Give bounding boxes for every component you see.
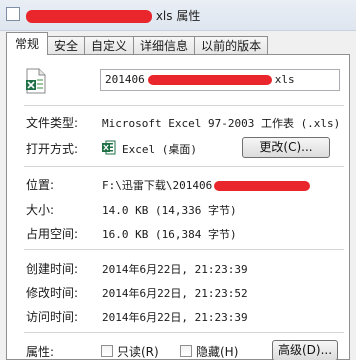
readonly-label[interactable]: 只读(R) (117, 343, 159, 360)
file-type-label: 文件类型: (26, 116, 79, 130)
excel-app-icon (102, 140, 116, 155)
window-icon (6, 7, 20, 21)
properties-window: xls 属性 常规 安全 自定义 详细信息 以前的版本 201406 xls 文件… (0, 0, 356, 360)
file-type-value: Microsoft Excel 97-2003 工作表 (.xls) (102, 117, 341, 130)
size-on-disk-value: 16.0 KB (16,384 字节) (102, 228, 237, 241)
size-value: 14.0 KB (14,336 字节) (102, 204, 237, 217)
tab-strip: 常规 安全 自定义 详细信息 以前的版本 (6, 32, 269, 55)
file-name-suffix: xls (274, 73, 295, 86)
advanced-button[interactable]: 高级(D)... (272, 340, 338, 360)
modified-value: 2014年6月22日, 21:23:52 (102, 287, 248, 300)
size-on-disk-label: 占用空间: (26, 227, 79, 241)
created-label: 创建时间: (26, 262, 79, 276)
separator-2 (24, 166, 344, 167)
separator-4 (24, 332, 344, 333)
separator-1 (24, 105, 344, 106)
open-with-label: 打开方式: (26, 142, 79, 156)
window-title: xls 属性 (26, 7, 200, 24)
attributes-label: 属性: (26, 345, 55, 359)
redacted-file-name-part (147, 75, 272, 85)
location-path: F:\迅雷下载\201406 (102, 179, 213, 192)
excel-file-icon (26, 68, 46, 94)
accessed-label: 访问时间: (26, 310, 79, 324)
created-value: 2014年6月22日, 21:23:39 (102, 263, 248, 276)
open-with-value: Excel (桌面) (122, 143, 197, 156)
accessed-value: 2014年6月22日, 21:23:39 (102, 311, 248, 324)
modified-label: 修改时间: (26, 286, 79, 300)
tab-details[interactable]: 详细信息 (133, 36, 196, 55)
location-value: F:\迅雷下载\201406 (102, 177, 311, 193)
readonly-checkbox[interactable] (101, 345, 113, 357)
hidden-label[interactable]: 隐藏(H) (196, 343, 238, 360)
location-label: 位置: (26, 178, 55, 192)
redacted-location-part (214, 181, 311, 191)
size-label: 大小: (26, 203, 55, 217)
redacted-title-part (26, 10, 152, 23)
hidden-checkbox[interactable] (180, 345, 192, 357)
change-program-button[interactable]: 更改(C)... (242, 137, 330, 158)
file-name-prefix: 201406 (105, 73, 145, 86)
title-bar[interactable]: xls 属性 (0, 0, 356, 31)
tab-previous-versions[interactable]: 以前的版本 (194, 36, 269, 55)
tab-security[interactable]: 安全 (47, 36, 86, 55)
window-title-suffix: xls 属性 (155, 9, 201, 23)
file-name-input[interactable]: 201406 xls (100, 69, 340, 91)
separator-3 (24, 249, 344, 250)
tab-custom[interactable]: 自定义 (84, 36, 135, 55)
tab-general[interactable]: 常规 (6, 32, 49, 55)
